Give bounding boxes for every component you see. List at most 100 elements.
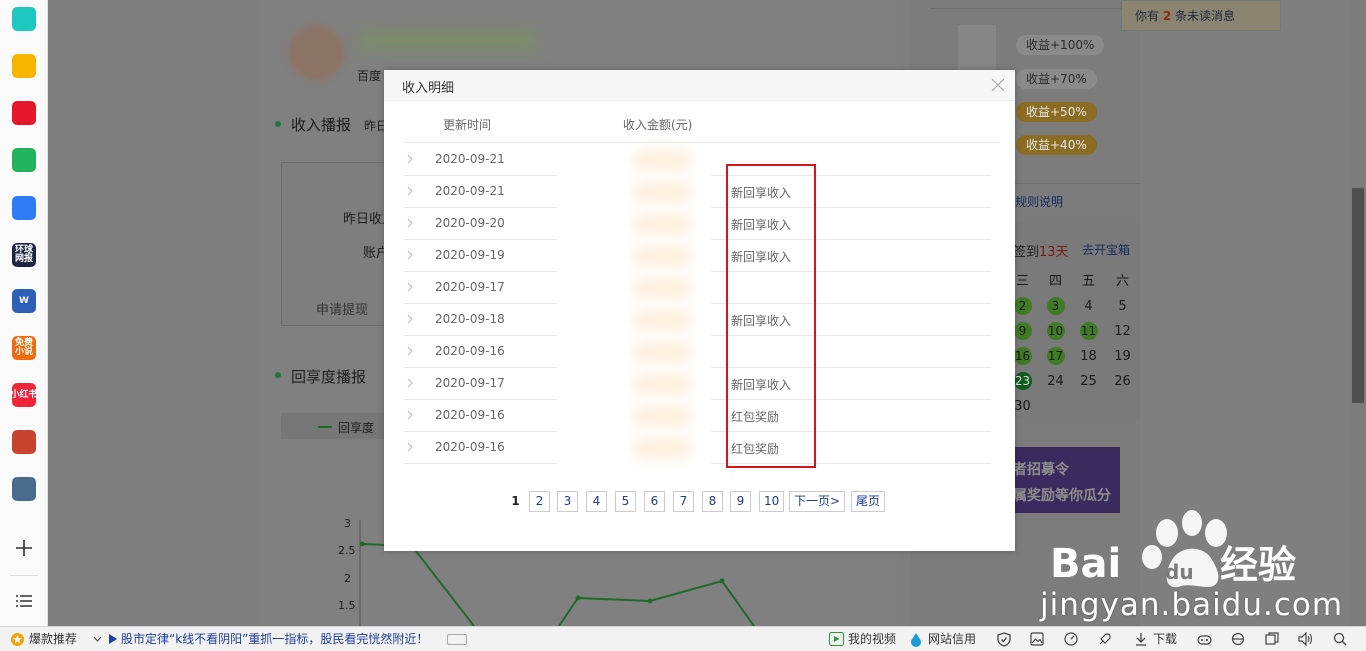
watermark-du: du bbox=[1165, 560, 1194, 584]
pagination: 1 2 3 4 5 6 7 8 9 10 下一页> 尾页 bbox=[384, 491, 1015, 512]
image-icon[interactable] bbox=[1030, 632, 1044, 646]
unread-notice[interactable]: 你有 2 条未读消息 bbox=[1121, 0, 1281, 31]
withdraw-link[interactable]: 申请提现 bbox=[316, 299, 368, 318]
table-row[interactable]: 2020-09-20 新回享收入 bbox=[404, 208, 994, 240]
table-row[interactable]: 2020-09-16 bbox=[404, 336, 994, 368]
table-row[interactable]: 2020-09-18 新回享收入 bbox=[404, 304, 994, 336]
game2-app-icon[interactable] bbox=[12, 477, 36, 501]
calendar-day: 26 bbox=[1114, 374, 1131, 389]
page-button[interactable]: 8 bbox=[702, 491, 723, 512]
hot-recommend-link[interactable]: 爆款推荐 bbox=[29, 627, 77, 651]
chevron-right-icon[interactable] bbox=[406, 282, 414, 292]
next-page-button[interactable]: 下一页> bbox=[789, 491, 846, 512]
chevron-right-icon[interactable] bbox=[406, 250, 414, 260]
scrollbar-thumb[interactable] bbox=[1352, 188, 1364, 403]
game-app-icon[interactable] bbox=[12, 430, 36, 454]
chevron-right-icon[interactable] bbox=[406, 218, 414, 228]
ad-tag-icon bbox=[447, 634, 467, 645]
close-icon[interactable] bbox=[991, 78, 1005, 92]
watermark-url: jingyan.baidu.com bbox=[1040, 587, 1344, 623]
novel-app-icon[interactable]: 免费 小说 bbox=[12, 336, 36, 360]
checked-day: 16 bbox=[1013, 347, 1032, 365]
table-row[interactable]: 2020-09-21 bbox=[404, 144, 994, 176]
table-row[interactable]: 2020-09-16 红包奖励 bbox=[404, 432, 994, 464]
row-date: 2020-09-21 bbox=[435, 184, 505, 198]
table-row[interactable]: 2020-09-17 新回享收入 bbox=[404, 368, 994, 400]
last-page-button[interactable]: 尾页 bbox=[851, 491, 886, 512]
ie-browser-icon[interactable] bbox=[1231, 632, 1245, 646]
chevron-right-icon[interactable] bbox=[406, 154, 414, 164]
y-tick: 2.5 bbox=[338, 544, 356, 557]
row-amount-blurred bbox=[632, 436, 692, 460]
site-credit-button[interactable]: 网站信用 bbox=[928, 627, 976, 651]
news-app-icon[interactable]: 环球 网报 bbox=[12, 243, 36, 267]
rule-link[interactable]: 规则说明 bbox=[1015, 193, 1063, 210]
page-button[interactable]: 10 bbox=[759, 491, 785, 512]
weekday-header: 四 bbox=[1048, 274, 1062, 289]
download-icon[interactable] bbox=[1134, 632, 1148, 646]
calendar-day: 17 bbox=[1039, 344, 1072, 369]
table-row[interactable]: 2020-09-21 新回享收入 bbox=[404, 176, 994, 208]
modal-header: 收入明细 bbox=[384, 70, 1015, 101]
xiaohongshu-app-icon[interactable]: 小红书 bbox=[11, 383, 38, 407]
modal-title: 收入明细 bbox=[402, 81, 455, 96]
window-restore-icon[interactable] bbox=[1265, 632, 1279, 646]
checkin-days: 13天 bbox=[1039, 245, 1069, 260]
page-button[interactable]: 2 bbox=[529, 491, 550, 512]
row-date: 2020-09-18 bbox=[435, 312, 505, 326]
calendar-day: 24 bbox=[1047, 374, 1064, 389]
open-box-link[interactable]: 去开宝箱 bbox=[1082, 241, 1130, 258]
row-divider bbox=[404, 463, 558, 464]
shield-icon[interactable] bbox=[997, 632, 1011, 647]
weibo-app-icon[interactable] bbox=[12, 101, 36, 125]
user-avatar bbox=[288, 25, 344, 81]
row-amount-blurred bbox=[632, 276, 692, 300]
y-tick: 3 bbox=[344, 517, 351, 530]
chevron-right-icon[interactable] bbox=[406, 346, 414, 356]
speaker-icon[interactable] bbox=[1298, 632, 1313, 646]
promo-banner[interactable]: 者招募令 属奖励等你瓜分 bbox=[1010, 447, 1120, 513]
banner-line2: 属奖励等你瓜分 bbox=[1013, 488, 1111, 504]
page-button[interactable]: 3 bbox=[557, 491, 578, 512]
checked-day: 2 bbox=[1013, 297, 1032, 315]
chevron-down-icon[interactable] bbox=[93, 636, 102, 643]
my-video-button[interactable]: 我的视频 bbox=[848, 627, 896, 651]
header-divider bbox=[404, 142, 1000, 143]
column-header-amount: 收入金额(元) bbox=[623, 118, 693, 132]
page-button[interactable]: 6 bbox=[644, 491, 665, 512]
table-row[interactable]: 2020-09-19 新回享收入 bbox=[404, 240, 994, 272]
chevron-right-icon[interactable] bbox=[406, 378, 414, 388]
word-app-icon[interactable]: W bbox=[12, 289, 36, 313]
gamepad-icon[interactable] bbox=[1197, 632, 1212, 646]
menu-list-icon[interactable] bbox=[16, 594, 32, 608]
page-button[interactable]: 4 bbox=[586, 491, 607, 512]
row-date: 2020-09-16 bbox=[435, 408, 505, 422]
chevron-right-icon[interactable] bbox=[406, 410, 414, 420]
chevron-right-icon[interactable] bbox=[406, 314, 414, 324]
add-app-icon[interactable] bbox=[14, 538, 34, 558]
chevron-right-icon[interactable] bbox=[406, 186, 414, 196]
table-row[interactable]: 2020-09-17 bbox=[404, 272, 994, 304]
table-row[interactable]: 2020-09-16 红包奖励 bbox=[404, 400, 994, 432]
chevron-right-icon[interactable] bbox=[406, 442, 414, 452]
download-button[interactable]: 下载 bbox=[1153, 627, 1177, 651]
watermark-jingyan: 经验 bbox=[1220, 543, 1296, 587]
share-report-title: 回享度播报 bbox=[291, 368, 367, 386]
calendar-day: 5 bbox=[1118, 299, 1127, 314]
star-app-icon[interactable] bbox=[12, 54, 36, 78]
bonus-level-pill: 收益+70% bbox=[1016, 69, 1097, 89]
speed-gauge-icon[interactable] bbox=[1064, 632, 1078, 646]
document-app-icon[interactable] bbox=[12, 196, 36, 220]
play-triangle-icon bbox=[109, 634, 117, 644]
mail-app-icon[interactable] bbox=[12, 148, 36, 172]
page-button[interactable]: 9 bbox=[730, 491, 751, 512]
news-ticker-link[interactable]: 股市定律“k线不看阴阳”重抓一指标，股民看完恍然附近！ bbox=[121, 627, 428, 651]
rocket-icon[interactable] bbox=[1098, 632, 1112, 646]
page-current[interactable]: 1 bbox=[505, 491, 526, 512]
page-button[interactable]: 5 bbox=[615, 491, 636, 512]
search-icon[interactable] bbox=[1333, 632, 1347, 646]
plus-cross-app-icon[interactable] bbox=[12, 7, 36, 31]
dock-divider bbox=[10, 575, 38, 576]
notice-suffix: 条未读消息 bbox=[1175, 9, 1236, 23]
page-button[interactable]: 7 bbox=[673, 491, 694, 512]
